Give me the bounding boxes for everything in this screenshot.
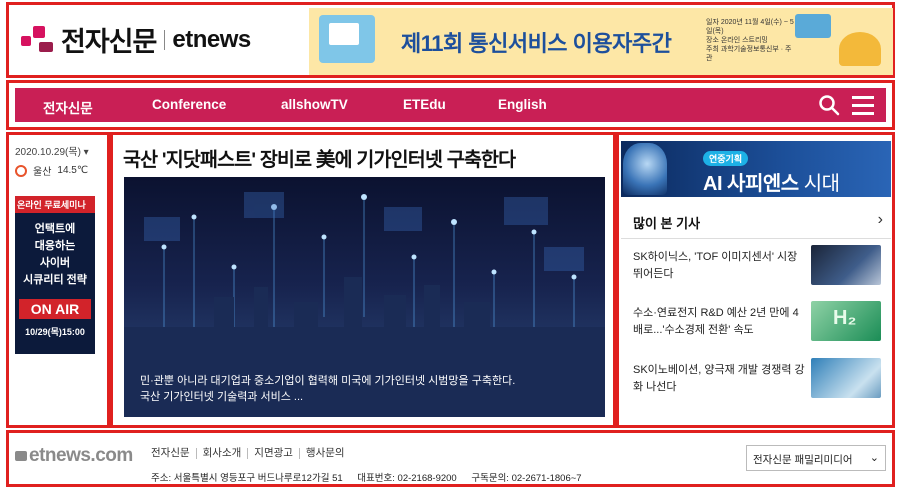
seminar-line: 시큐리티 전략 bbox=[23, 274, 87, 286]
header: 전자신문 etnews 제11회 통신서비스 이용자주간 일자 2020년 11… bbox=[6, 2, 895, 78]
popular-article-title: SK이노베이션, 양극재 개발 경쟁력 강화 나선다 bbox=[633, 364, 805, 393]
caption-line: 국산 기가인터넷 기술력과 서비스 ... bbox=[140, 391, 304, 403]
article-thumbnail bbox=[811, 301, 881, 341]
seminar-ad[interactable]: 온라인 무료세미나 언택트에 대응하는 사이버 시큐리티 전략 ON AIR 1… bbox=[15, 196, 95, 354]
popular-article-title: 수소·연료전지 R&D 예산 2년 만에 4배로...'수소경제 전환' 속도 bbox=[633, 307, 799, 336]
article-thumbnail bbox=[811, 358, 881, 398]
popular-article[interactable]: SK이노베이션, 양극재 개발 경쟁력 강화 나선다 bbox=[621, 358, 891, 414]
series-tag: 연중기획 bbox=[703, 151, 749, 166]
footer-link[interactable]: 전자신문 bbox=[151, 448, 196, 459]
family-media-select[interactable]: 전자신문 패밀리미디어 ⌄ bbox=[746, 445, 886, 471]
footer-logo-text: etnews.com bbox=[29, 445, 133, 466]
popular-articles-header[interactable]: 많이 본 기사 › bbox=[621, 203, 891, 239]
nav-item-english[interactable]: English bbox=[498, 97, 547, 112]
seminar-line: 사이버 bbox=[39, 257, 71, 269]
logo-mark-icon bbox=[21, 24, 55, 56]
seminar-line: 언택트에 bbox=[34, 223, 76, 235]
left-sidebar: 2020.10.29(목) ▾ 울산 14.5℃ 온라인 무료세미나 언택트에 … bbox=[6, 132, 110, 428]
right-sidebar: 연중기획 AI 사피엔스 시대 많이 본 기사 › SK하이닉스, 'TOF 이… bbox=[616, 132, 895, 428]
banner-date: 일자 2020년 11월 4일(수) ~ 5일(목) bbox=[706, 19, 794, 35]
logo-korean: 전자신문 bbox=[61, 27, 157, 57]
popular-article[interactable]: 수소·연료전지 R&D 예산 2년 만에 4배로...'수소경제 전환' 속도 bbox=[621, 301, 891, 357]
banner-host: 주최 과학기술정보통신부 · 주관 bbox=[706, 46, 792, 62]
weather-temperature: 14.5℃ bbox=[57, 165, 89, 176]
ai-sapiens-banner[interactable]: 연중기획 AI 사피엔스 시대 bbox=[621, 141, 891, 197]
hero-caption: 민·관뿐 아니라 대기업과 중소기업이 협력해 미국에 기가인터넷 시범망을 구… bbox=[140, 373, 589, 405]
weather-widget[interactable]: 울산 14.5℃ bbox=[15, 163, 88, 178]
logo-english: etnews bbox=[172, 25, 251, 53]
seminar-line: 대응하는 bbox=[34, 240, 76, 252]
main-navigation: 전자신문 Conference allshowTV ETEdu English bbox=[6, 80, 895, 130]
sun-icon bbox=[15, 164, 27, 177]
popular-article[interactable]: SK하이닉스, 'TOF 이미지센서' 시장 뛰어든다 bbox=[621, 245, 891, 301]
weather-city: 울산 bbox=[33, 167, 52, 178]
banner-place: 장소 온라인 스트리밍 bbox=[706, 37, 768, 44]
banner-illustration-person bbox=[839, 32, 881, 66]
date-selector[interactable]: 2020.10.29(목) ▾ bbox=[15, 143, 89, 158]
event-banner-ad[interactable]: 제11회 통신서비스 이용자주간 일자 2020년 11월 4일(수) ~ 5일… bbox=[309, 8, 893, 75]
logo-divider bbox=[164, 29, 166, 50]
popular-articles-title: 많이 본 기사 bbox=[633, 216, 701, 231]
banner-title: 제11회 통신서비스 이용자주간 bbox=[401, 31, 672, 56]
hero-image[interactable]: 민·관뿐 아니라 대기업과 중소기업이 협력해 미국에 기가인터넷 시범망을 구… bbox=[124, 177, 605, 417]
seminar-time: 10/29(목)15:00 bbox=[25, 327, 85, 337]
chevron-right-icon[interactable]: › bbox=[878, 211, 883, 229]
ai-banner-title: AI 사피엔스 시대 bbox=[703, 167, 840, 196]
nav-item-etedu[interactable]: ETEdu bbox=[403, 97, 446, 112]
top-story: 국산 '지닷패스트' 장비로 美에 기가인터넷 구축한다 민·관뿐 아니라 대기… bbox=[110, 132, 616, 428]
footer-logo[interactable]: etnews.com bbox=[15, 445, 133, 467]
footer: etnews.com 전자신문 회사소개 지면광고 행사문의 주소: 서울특별시… bbox=[6, 430, 895, 487]
menu-icon[interactable] bbox=[852, 96, 874, 115]
footer-logo-mark-icon bbox=[15, 451, 27, 461]
ai-title-light: 시대 bbox=[798, 173, 840, 195]
footer-subscribe: 구독문의: 02-2671-1806~7 bbox=[471, 473, 582, 484]
nav-item-conference[interactable]: Conference bbox=[152, 97, 226, 112]
family-media-value: 전자신문 패밀리미디어 bbox=[753, 454, 853, 466]
site-logo[interactable]: 전자신문 etnews bbox=[21, 20, 251, 59]
nav-bar: 전자신문 Conference allshowTV ETEdu English bbox=[15, 88, 886, 122]
search-icon[interactable] bbox=[818, 94, 840, 116]
banner-illustration bbox=[319, 15, 375, 63]
footer-link[interactable]: 행사문의 bbox=[298, 448, 351, 459]
banner-illustration-screen bbox=[795, 14, 831, 38]
robot-face-icon bbox=[623, 143, 667, 195]
on-air-badge: ON AIR bbox=[19, 299, 91, 319]
seminar-tag: 온라인 무료세미나 bbox=[15, 196, 95, 213]
article-thumbnail bbox=[811, 245, 881, 285]
nav-item-etnews[interactable]: 전자신문 bbox=[43, 97, 93, 117]
chevron-down-icon: ⌄ bbox=[869, 452, 879, 464]
footer-link[interactable]: 지면광고 bbox=[247, 448, 299, 459]
caption-line: 민·관뿐 아니라 대기업과 중소기업이 협력해 미국에 기가인터넷 시범망을 구… bbox=[140, 375, 516, 387]
footer-links: 전자신문 회사소개 지면광고 행사문의 bbox=[151, 448, 351, 459]
seminar-title: 언택트에 대응하는 사이버 시큐리티 전략 bbox=[15, 221, 95, 289]
popular-article-title: SK하이닉스, 'TOF 이미지센서' 시장 뛰어든다 bbox=[633, 251, 798, 280]
footer-link[interactable]: 회사소개 bbox=[195, 448, 248, 459]
banner-details: 일자 2020년 11월 4일(수) ~ 5일(목) 장소 온라인 스트리밍 주… bbox=[706, 18, 796, 63]
footer-address: 주소: 서울특별시 영등포구 버드나루로12가길 51 bbox=[151, 473, 343, 484]
ai-title-bold: AI 사피엔스 bbox=[703, 173, 799, 195]
footer-phone: 대표번호: 02-2168-9200 bbox=[357, 473, 457, 484]
headline-link[interactable]: 국산 '지닷패스트' 장비로 美에 기가인터넷 구축한다 bbox=[123, 143, 516, 172]
nav-item-allshowtv[interactable]: allshowTV bbox=[281, 97, 348, 112]
footer-contact: 주소: 서울특별시 영등포구 버드나루로12가길 51 대표번호: 02-216… bbox=[151, 470, 582, 484]
